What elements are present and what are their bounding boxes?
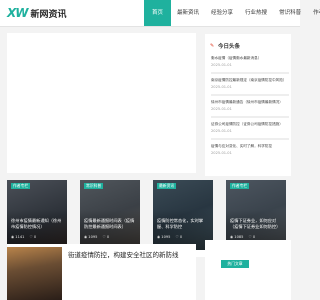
headline-item[interactable]: 南京疫情防控最新规定（南京疫情防控中风险） 2025-01-01 (211, 78, 289, 97)
headline-item[interactable]: 衡水疫情（疫情衡水最新消息） 2025-01-01 (211, 56, 289, 75)
headline-title[interactable]: 衡水疫情（疫情衡水最新消息） (211, 56, 289, 61)
divider (211, 116, 289, 118)
headlines-panel: ✎ 今日头条 衡水疫情（疫情衡水最新消息） 2025-01-01 南京疫情防控最… (205, 34, 291, 176)
card-image (153, 180, 213, 250)
card-image (80, 180, 140, 250)
divider (211, 138, 289, 140)
nav-item-home[interactable]: 首页 (144, 0, 172, 26)
headline-date: 2025-01-01 (211, 129, 232, 133)
views-value: 1141 (15, 235, 25, 239)
nav-item-knowledge[interactable]: 常识科普 (273, 0, 307, 26)
divider (211, 72, 289, 74)
like-icon: ♡ (102, 235, 106, 239)
main-nav: 首页 最新资讯 经验分享 行业热搜 常识科普 作者专栏 (144, 0, 320, 26)
category-badge[interactable]: 常识科普 (84, 183, 104, 189)
site-logo[interactable]: XW 新网资讯 (7, 6, 67, 20)
fire-icon: ✎ (210, 42, 215, 49)
headline-date: 2025-01-01 (211, 107, 232, 111)
headline-date: 2025-01-01 (211, 151, 232, 155)
views-value: 1095 (88, 235, 98, 239)
eye-icon: ◉ (84, 235, 88, 239)
header: XW 新网资讯 首页 最新资讯 经验分享 行业热搜 常识科普 作者专栏 (0, 0, 320, 27)
category-badge[interactable]: 作者专栏 (11, 183, 31, 189)
feature-article[interactable]: 街道疫情防控，构建安全社区的新防线 (7, 244, 196, 300)
category-badge[interactable]: 作者专栏 (230, 183, 250, 189)
likes-value: 0 (179, 235, 183, 239)
card-title[interactable]: 疫情防控常态化，实时掌握、科学防控 (157, 218, 209, 230)
category-badge[interactable]: 最新资讯 (157, 183, 177, 189)
nav-item-authors[interactable]: 作者专栏 (307, 0, 320, 26)
headline-item[interactable]: 证券公司疫情防控（证券公司疫情防控措施） 2025-01-01 (211, 122, 289, 141)
nav-item-experience[interactable]: 经验分享 (205, 0, 239, 26)
views-count: ◉ 1095 (157, 235, 170, 239)
likes-count: ♡ 0 (175, 235, 182, 239)
headline-title[interactable]: 疫情与应对变化、实时了解，科学防控 (211, 144, 289, 149)
like-icon: ♡ (248, 235, 252, 239)
headlines-title: 今日头条 (218, 44, 241, 50)
like-icon: ♡ (175, 235, 179, 239)
views-count: ◉ 1085 (230, 235, 243, 239)
likes-count: ♡ 0 (248, 235, 255, 239)
site-name: 新网资讯 (30, 9, 67, 20)
hot-articles-label: 热门文章 (221, 260, 249, 268)
nav-item-latest[interactable]: 最新资讯 (171, 0, 205, 26)
headline-date: 2025-01-01 (211, 85, 232, 89)
views-value: 1095 (161, 235, 171, 239)
views-value: 1085 (234, 235, 244, 239)
card-meta: ◉ 1095 ♡ 0 (84, 235, 109, 239)
hero-banner[interactable] (7, 33, 196, 173)
headline-title[interactable]: 徐州市疫情最新通告（徐州市疫情最新情况） (211, 100, 289, 105)
headline-title[interactable]: 证券公司疫情防控（证券公司疫情防控措施） (211, 122, 289, 127)
hot-articles-panel: 热门文章 (205, 240, 291, 300)
eye-icon: ◉ (11, 235, 15, 239)
eye-icon: ◉ (230, 235, 234, 239)
divider (211, 94, 289, 96)
likes-count: ♡ 0 (102, 235, 109, 239)
headline-title[interactable]: 南京疫情防控最新规定（南京疫情防控中风险） (211, 78, 289, 83)
card-meta: ◉ 1095 ♡ 0 (157, 235, 182, 239)
likes-value: 0 (252, 235, 256, 239)
headline-item[interactable]: 徐州市疫情最新通告（徐州市疫情最新情况） 2025-01-01 (211, 100, 289, 119)
eye-icon: ◉ (157, 235, 161, 239)
feature-title[interactable]: 街道疫情防控，构建安全社区的新防线 (68, 249, 179, 259)
nav-item-trending[interactable]: 行业热搜 (239, 0, 273, 26)
card-meta: ◉ 1141 ♡ 0 (11, 235, 36, 239)
like-icon: ♡ (29, 235, 33, 239)
likes-count: ♡ 0 (29, 235, 36, 239)
card-title[interactable]: 疫情最新通报时间表（疫情防控最新通报时间表） (84, 218, 136, 230)
likes-value: 0 (33, 235, 37, 239)
feature-thumbnail[interactable] (7, 247, 62, 300)
card-meta: ◉ 1085 ♡ 0 (230, 235, 255, 239)
views-count: ◉ 1095 (84, 235, 97, 239)
logo-mark: XW (7, 6, 28, 20)
views-count: ◉ 1141 (11, 235, 24, 239)
headlines-list: 衡水疫情（疫情衡水最新消息） 2025-01-01 南京疫情防控最新规定（南京疫… (211, 56, 289, 166)
headline-date: 2025-01-01 (211, 63, 232, 67)
card-title[interactable]: 疫情下证券业，如何应对（疫情下证券业如何防控） (230, 218, 282, 230)
headline-item[interactable]: 疫情与应对变化、实时了解，科学防控 2025-01-01 (211, 144, 289, 163)
card-image (7, 180, 67, 250)
card-title[interactable]: 徐州市疫情最新通知（徐州市疫情防控情况） (11, 218, 63, 230)
likes-value: 0 (106, 235, 110, 239)
